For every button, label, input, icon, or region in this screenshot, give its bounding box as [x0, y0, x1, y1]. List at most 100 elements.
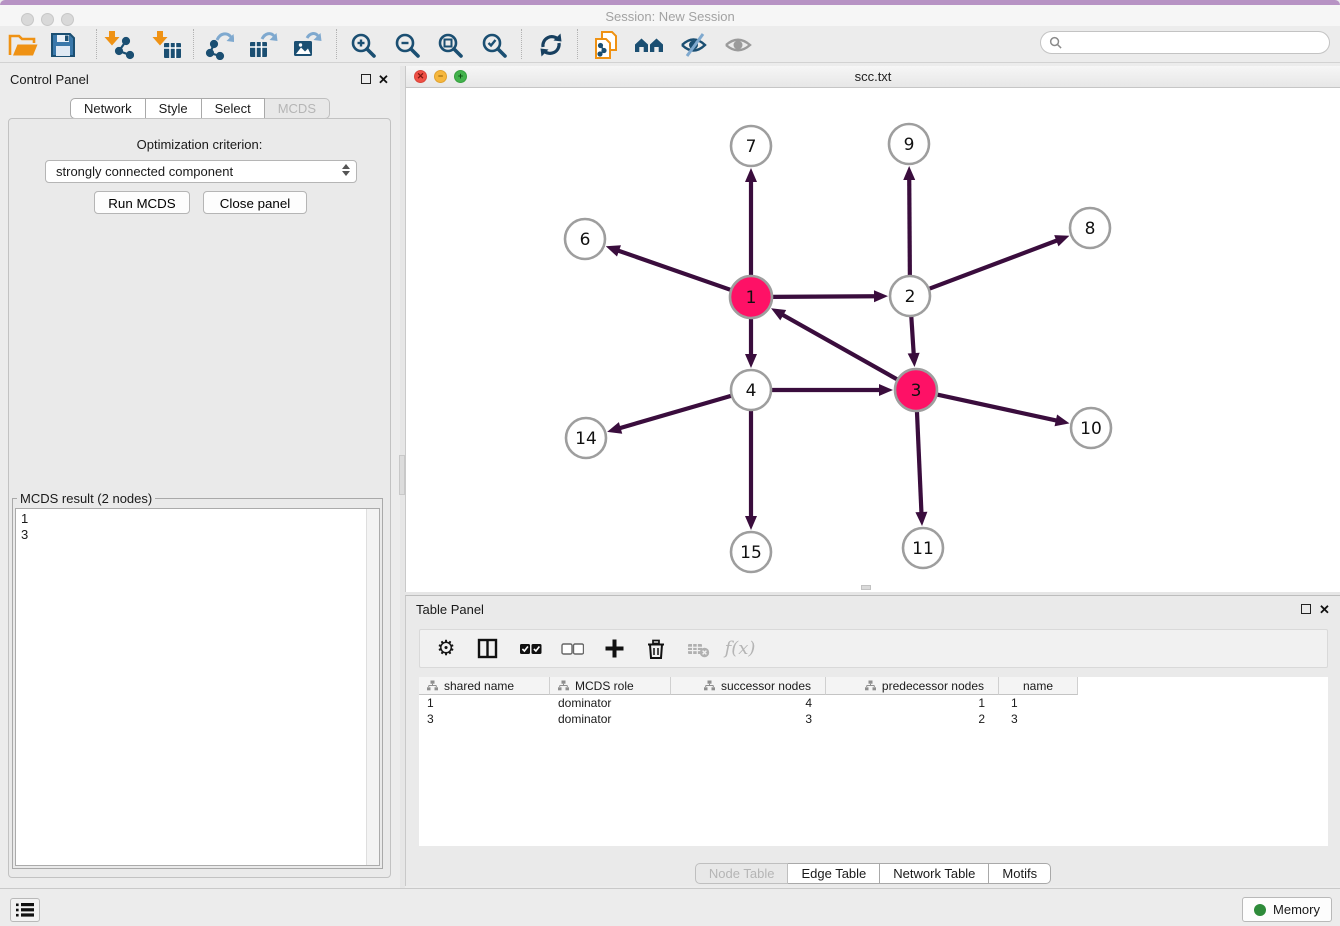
close-panel-button[interactable]: Close panel	[203, 191, 307, 214]
gear-icon[interactable]: ⚙	[434, 636, 458, 662]
edge-arrowhead-icon	[607, 422, 622, 434]
network-overview-icon[interactable]	[632, 28, 668, 62]
edge-arrowhead-icon	[1055, 414, 1070, 426]
mcds-result-list[interactable]: 13	[15, 508, 380, 866]
memory-button[interactable]: Memory	[1242, 897, 1332, 922]
column-header[interactable]: name	[999, 677, 1078, 695]
node-label: 8	[1085, 219, 1096, 239]
tab-edge-table[interactable]: Edge Table	[788, 863, 880, 884]
tab-motifs[interactable]: Motifs	[989, 863, 1051, 884]
canvas-grip[interactable]	[861, 585, 871, 590]
open-folder-icon[interactable]	[5, 28, 41, 62]
import-table-icon[interactable]	[149, 28, 185, 62]
tab-network[interactable]: Network	[70, 98, 146, 119]
float-panel-icon[interactable]	[361, 74, 371, 84]
graph-edge[interactable]	[619, 396, 732, 429]
graph-edge[interactable]	[781, 314, 897, 380]
graph-edge[interactable]	[937, 394, 1058, 420]
function-builder-icon: f(x)	[728, 636, 752, 662]
column-header[interactable]: successor nodes	[671, 677, 826, 695]
table-row[interactable]: 1dominator411	[419, 695, 1328, 711]
graph-edge[interactable]	[909, 178, 910, 276]
copy-network-icon[interactable]	[588, 28, 624, 62]
save-icon[interactable]	[45, 28, 81, 62]
import-network-icon[interactable]	[101, 28, 137, 62]
tab-style[interactable]: Style	[146, 98, 202, 119]
search-icon	[1049, 36, 1062, 49]
node-table[interactable]: shared nameMCDS rolesuccessor nodesprede…	[419, 677, 1328, 846]
node-label: 11	[912, 539, 934, 559]
control-panel-tabs: NetworkStyleSelectMCDS	[0, 98, 400, 119]
toolbar-separator	[577, 29, 578, 59]
node-label: 3	[911, 381, 922, 401]
delete-column-icon[interactable]	[644, 636, 668, 662]
mcds-panel: Optimization criterion: strongly connect…	[8, 118, 391, 878]
float-table-panel-icon[interactable]	[1301, 604, 1311, 614]
toolbar-separator	[521, 29, 522, 59]
zoom-out-icon[interactable]	[389, 28, 425, 62]
column-header[interactable]: predecessor nodes	[826, 677, 999, 695]
add-column-icon[interactable]	[602, 636, 626, 662]
deselect-all-icon[interactable]	[560, 636, 584, 662]
graph-edge[interactable]	[772, 296, 876, 297]
search-input[interactable]	[1040, 31, 1330, 54]
network-view-window: ✕ − + scc.txt 7968124314101511	[405, 66, 1340, 592]
table-cell: dominator	[550, 695, 671, 711]
task-history-button[interactable]	[10, 898, 40, 922]
show-details-icon	[720, 28, 756, 62]
network-graph-canvas[interactable]: 7968124314101511	[406, 88, 1340, 592]
tab-node-table[interactable]: Node Table	[695, 863, 789, 884]
graph-edge[interactable]	[911, 316, 913, 355]
network-titlebar: ✕ − + scc.txt	[406, 66, 1340, 88]
main-toolbar	[0, 26, 1340, 63]
columns-icon[interactable]	[476, 636, 500, 662]
edge-arrowhead-icon	[745, 354, 757, 368]
node-label: 4	[746, 381, 757, 401]
table-cell: 1	[999, 695, 1078, 711]
criterion-value: strongly connected component	[56, 164, 233, 179]
edge-arrowhead-icon	[745, 516, 757, 530]
mcds-result-box: MCDS result (2 nodes) 13	[12, 491, 383, 869]
graph-edge[interactable]	[929, 240, 1058, 289]
graph-edge[interactable]	[617, 250, 731, 290]
node-label: 10	[1080, 419, 1102, 439]
zoom-fit-icon[interactable]	[432, 28, 468, 62]
refresh-icon[interactable]	[533, 28, 569, 62]
graph-edge[interactable]	[917, 411, 922, 514]
tab-mcds[interactable]: MCDS	[265, 98, 330, 119]
criterion-select[interactable]: strongly connected component	[45, 160, 357, 183]
delete-table-icon	[686, 636, 710, 662]
tab-network-table[interactable]: Network Table	[880, 863, 989, 884]
zoom-in-icon[interactable]	[345, 28, 381, 62]
export-network-icon[interactable]	[201, 28, 237, 62]
result-scrollbar[interactable]	[366, 509, 379, 865]
table-cell: 1	[419, 695, 550, 711]
tab-select[interactable]: Select	[202, 98, 265, 119]
zoom-selected-icon[interactable]	[476, 28, 512, 62]
close-panel-icon[interactable]: ✕	[378, 73, 389, 86]
table-header-row: shared nameMCDS rolesuccessor nodesprede…	[419, 677, 1328, 695]
table-row[interactable]: 3dominator323	[419, 711, 1328, 727]
hide-details-icon[interactable]	[676, 28, 712, 62]
select-all-icon[interactable]	[518, 636, 542, 662]
toolbar-separator	[96, 29, 97, 59]
column-header[interactable]: MCDS role	[550, 677, 671, 695]
node-label: 7	[746, 137, 757, 157]
column-header[interactable]: shared name	[419, 677, 550, 695]
table-cell: 4	[671, 695, 826, 711]
table-cell: 3	[999, 711, 1078, 727]
memory-label: Memory	[1273, 902, 1320, 917]
node-label: 14	[575, 429, 597, 449]
close-table-panel-icon[interactable]: ✕	[1319, 603, 1330, 616]
search-field[interactable]	[1067, 34, 1329, 51]
run-mcds-button[interactable]: Run MCDS	[94, 191, 190, 214]
export-table-icon[interactable]	[245, 28, 281, 62]
export-image-icon[interactable]	[289, 28, 325, 62]
edge-arrowhead-icon	[745, 168, 757, 182]
status-bar: Memory	[0, 888, 1340, 926]
table-toolbar: ⚙ f(x)	[419, 629, 1328, 668]
edge-arrowhead-icon	[879, 384, 893, 396]
result-line: 1	[21, 511, 374, 527]
control-panel: Control Panel ✕ NetworkStyleSelectMCDS O…	[0, 66, 400, 888]
table-panel-title: Table Panel	[416, 602, 484, 617]
